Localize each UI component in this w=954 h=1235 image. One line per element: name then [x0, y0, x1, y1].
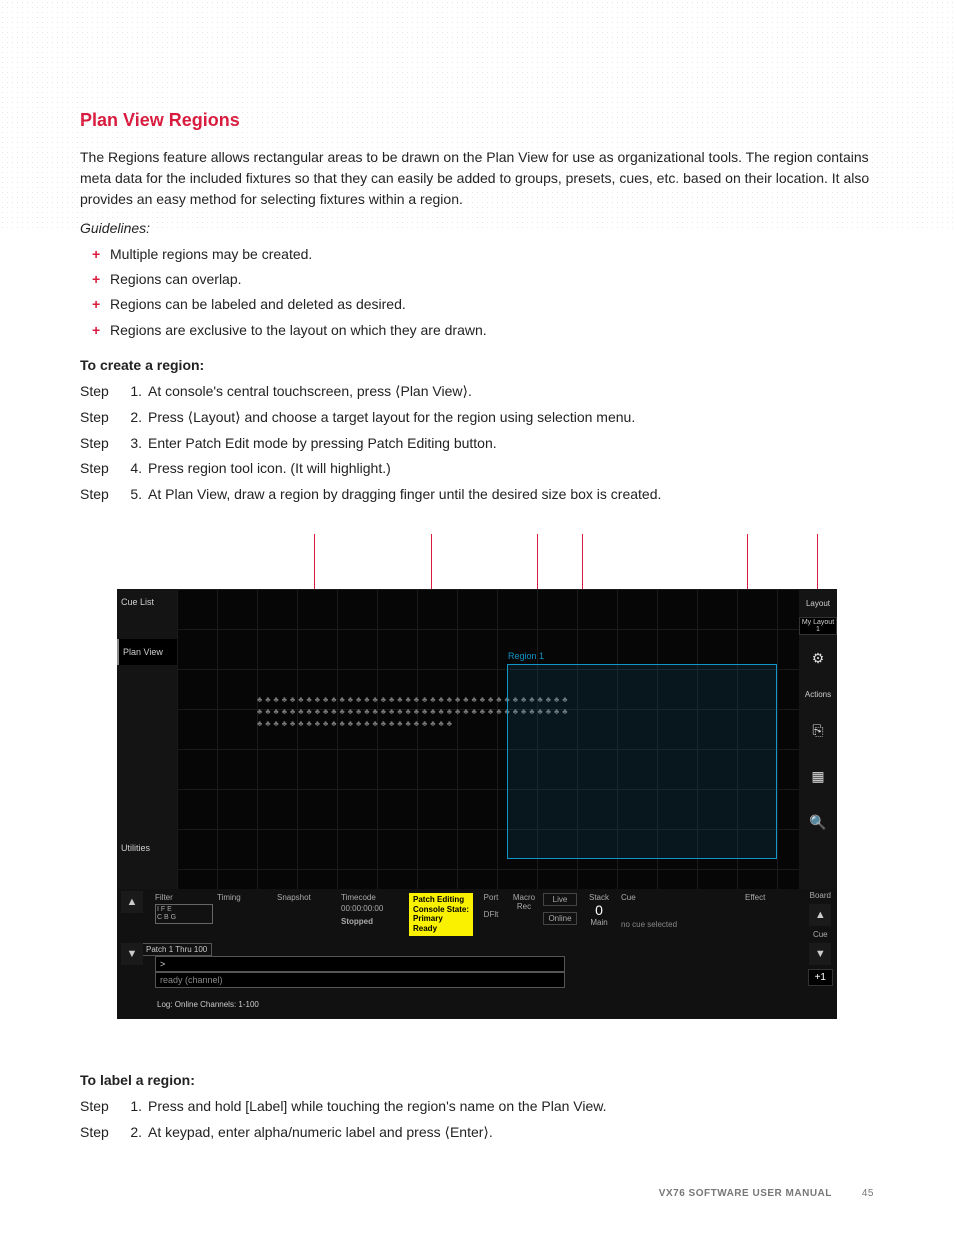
label-steps: Step1. Press and hold [Label] while touch…	[80, 1094, 874, 1146]
step-text: At keypad, enter alpha/numeric label and…	[148, 1124, 493, 1140]
stack-label: Stack	[581, 893, 617, 902]
patch-line: Primary	[413, 914, 469, 924]
label-region-heading: To label a region:	[80, 1072, 874, 1088]
console-screenshot: Cue List Plan View Utilities ♣♣♣♣♣♣♣♣♣♣♣…	[117, 534, 837, 964]
patch-line: Ready	[413, 924, 469, 934]
command-line[interactable]: > ready (channel)	[155, 956, 831, 996]
region-box[interactable]: Region 1	[507, 664, 777, 859]
step-number: 2.	[120, 1120, 142, 1146]
step-label: Step	[80, 1094, 120, 1120]
timing-label: Timing	[217, 893, 273, 902]
list-item: Multiple regions may be created.	[110, 242, 874, 267]
nav-down-button[interactable]	[121, 943, 143, 965]
macro-label: Macro Rec	[509, 893, 539, 911]
gear-icon: ⚙	[812, 650, 825, 667]
layout-label: Layout	[799, 589, 837, 617]
plus-one-button[interactable]: +1	[808, 969, 833, 986]
page-footer: VX76 SOFTWARE USER MANUAL 45	[0, 1188, 954, 1199]
manual-title: VX76 SOFTWARE USER MANUAL	[659, 1188, 832, 1199]
search-icon: 🔍	[809, 814, 826, 831]
plan-view-canvas[interactable]: ♣♣♣♣♣♣♣♣♣♣♣♣♣♣♣♣♣♣♣♣♣♣♣♣♣♣♣♣♣♣♣♣♣♣♣♣♣♣ ♣…	[177, 589, 799, 889]
step-label: Step	[80, 431, 120, 457]
section-title: Plan View Regions	[80, 110, 874, 131]
filter-grid[interactable]: I F E C B G	[155, 904, 213, 923]
step-label: Step	[80, 482, 120, 508]
snapshot-label: Snapshot	[277, 893, 337, 902]
actions-label: Actions	[799, 681, 837, 707]
region-label: Region 1	[508, 651, 544, 661]
step-text: Press region tool icon. (It will highlig…	[148, 460, 391, 476]
command-prompt: >	[155, 956, 565, 972]
live-indicator[interactable]: Live	[543, 893, 577, 906]
timecode-label: Timecode	[341, 893, 405, 902]
log-line: Log: Online Channels: 1-100	[117, 998, 837, 1011]
page-number: 45	[862, 1188, 874, 1199]
cue-sub: no cue selected	[621, 920, 741, 929]
region-tool-icon: ▦	[811, 768, 824, 785]
dflt-label: DFlt	[477, 910, 505, 919]
patch-editing-indicator: Patch Editing Console State: Primary Rea…	[409, 893, 473, 935]
tab-cue-list[interactable]: Cue List	[117, 589, 177, 615]
left-sidebar: Cue List Plan View Utilities	[117, 589, 177, 889]
add-fixture-button[interactable]: ⎘	[799, 707, 837, 753]
step-text: At console's central touchscreen, press …	[148, 383, 472, 399]
right-sidebar: Layout My Layout 1 ⚙ Actions ⎘ ▦ 🔍	[799, 589, 837, 889]
hist-label: Hist Patch 1 Thru 100	[117, 945, 837, 954]
tab-utilities[interactable]: Utilities	[117, 835, 177, 861]
command-ready: ready (channel)	[155, 972, 565, 988]
create-region-heading: To create a region:	[80, 357, 874, 373]
guidelines-list: Multiple regions may be created. Regions…	[80, 242, 874, 343]
step-number: 5.	[120, 482, 142, 508]
board-down-button[interactable]	[809, 943, 831, 965]
search-button[interactable]: 🔍	[799, 799, 837, 845]
step-text: Press ⟨Layout⟩ and choose a target layou…	[148, 409, 635, 425]
list-item: Regions can be labeled and deleted as de…	[110, 292, 874, 317]
online-indicator[interactable]: Online	[543, 912, 577, 925]
step-number: 2.	[120, 405, 142, 431]
timecode-state: Stopped	[341, 917, 405, 926]
list-item: Regions can overlap.	[110, 267, 874, 292]
patch-line: Console State:	[413, 905, 469, 915]
layout-select[interactable]: My Layout 1	[799, 617, 837, 635]
settings-button[interactable]: ⚙	[799, 635, 837, 681]
step-label: Step	[80, 379, 120, 405]
guidelines-label: Guidelines:	[80, 220, 874, 236]
status-bar: Board Cue +1 Filter I F E C B G Timing S…	[117, 889, 837, 1019]
effect-label: Effect	[745, 893, 785, 902]
step-number: 3.	[120, 431, 142, 457]
step-label: Step	[80, 1120, 120, 1146]
filter-label: Filter	[155, 893, 213, 902]
step-text: Press and hold [Label] while touching th…	[148, 1098, 607, 1114]
patch-line: Patch Editing	[413, 895, 469, 905]
list-item: Regions are exclusive to the layout on w…	[110, 318, 874, 343]
tab-plan-view[interactable]: Plan View	[117, 639, 177, 665]
create-steps: Step1.At console's central touchscreen, …	[80, 379, 874, 508]
timecode-value: 00:00:00:00	[341, 904, 405, 913]
step-number: 1.	[120, 1094, 142, 1120]
step-label: Step	[80, 405, 120, 431]
step-number: 1.	[120, 379, 142, 405]
step-number: 4.	[120, 456, 142, 482]
region-tool-button[interactable]: ▦	[799, 753, 837, 799]
step-text: Enter Patch Edit mode by pressing Patch …	[148, 435, 497, 451]
add-page-icon: ⎘	[812, 722, 823, 739]
cue-label: Cue	[621, 893, 741, 902]
stack-sub: Main	[581, 918, 617, 927]
step-text: At Plan View, draw a region by dragging …	[148, 486, 661, 502]
step-label: Step	[80, 456, 120, 482]
stack-value: 0	[581, 902, 617, 918]
intro-paragraph: The Regions feature allows rectangular a…	[80, 147, 874, 210]
port-label: Port	[477, 893, 505, 902]
